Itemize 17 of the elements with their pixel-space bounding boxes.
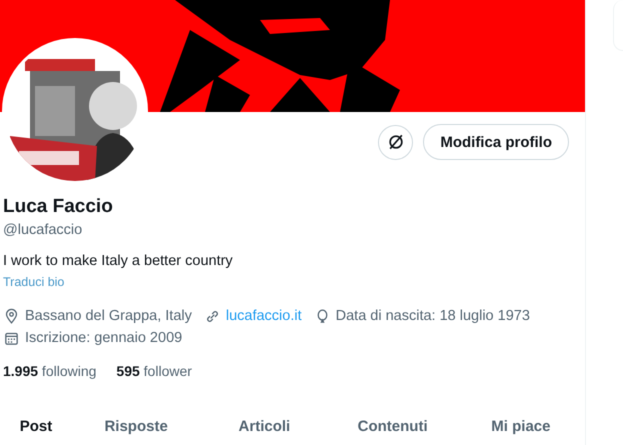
edit-profile-button[interactable]: Modifica profilo xyxy=(423,124,569,160)
location-pin-icon xyxy=(3,308,20,324)
profile-tab[interactable]: Risposte xyxy=(72,411,200,443)
birth-date: Data di nascita: 18 luglio 1973 xyxy=(336,307,530,326)
profile-tab[interactable]: Post xyxy=(0,411,72,443)
location-text: Bassano del Grappa, Italy xyxy=(25,307,192,326)
round-icon-button[interactable] xyxy=(378,124,414,160)
profile-handle: @lucafaccio xyxy=(3,221,84,240)
profile-name: Luca Faccio xyxy=(3,195,114,219)
profile-bio: I work to make Italy a better country xyxy=(3,252,234,271)
translate-link[interactable]: Traduci bio xyxy=(3,273,64,291)
profile-tab[interactable]: Contenuti xyxy=(328,411,457,443)
profile-tab[interactable]: Mi piace xyxy=(456,411,585,443)
following-count[interactable]: 1.995 following xyxy=(3,361,96,381)
join-date: Iscrizione: gennaio 2009 xyxy=(25,329,182,348)
follower-count[interactable]: 595 follower xyxy=(116,361,192,381)
profile-tab[interactable]: Articoli xyxy=(200,411,328,443)
